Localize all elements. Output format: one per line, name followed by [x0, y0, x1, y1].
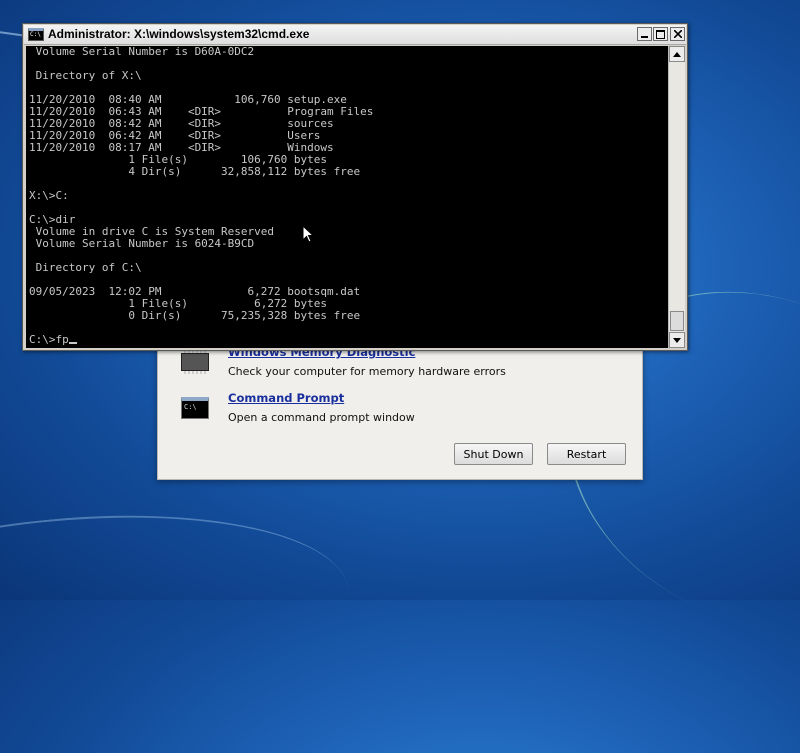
scroll-down-arrow-icon[interactable]: [669, 332, 685, 348]
scrollbar-thumb[interactable]: [670, 311, 684, 331]
close-button[interactable]: [670, 27, 685, 41]
memory-chip-icon: [180, 347, 210, 377]
restart-button[interactable]: Restart: [547, 443, 626, 465]
cmd-window[interactable]: C:\ Administrator: X:\windows\system32\c…: [22, 23, 688, 351]
memory-diagnostic-description: Check your computer for memory hardware …: [228, 365, 506, 378]
wallpaper-swirl: [0, 489, 359, 753]
console-output[interactable]: Volume Serial Number is D60A-0DC2 Direct…: [26, 46, 668, 348]
command-prompt-link[interactable]: Command Prompt: [228, 391, 344, 405]
recovery-item-memory-diagnostic: Windows Memory Diagnostic Check your com…: [180, 345, 620, 387]
mouse-pointer-icon: [302, 225, 314, 243]
vertical-scrollbar[interactable]: [668, 46, 685, 348]
close-icon: [673, 30, 682, 38]
cmd-titlebar[interactable]: C:\ Administrator: X:\windows\system32\c…: [24, 25, 686, 45]
minimize-button[interactable]: [637, 27, 652, 41]
window-title: Administrator: X:\windows\system32\cmd.e…: [48, 27, 310, 41]
command-prompt-icon: C:\: [180, 393, 210, 423]
cmd-app-icon[interactable]: C:\: [28, 28, 44, 41]
shut-down-button[interactable]: Shut Down: [454, 443, 533, 465]
text-cursor: [68, 342, 77, 344]
console-prompt[interactable]: C:\>fp: [29, 333, 69, 346]
recovery-item-command-prompt: C:\ Command Prompt Open a command prompt…: [180, 391, 620, 433]
maximize-button[interactable]: [653, 27, 668, 41]
command-prompt-description: Open a command prompt window: [228, 411, 415, 424]
scroll-up-arrow-icon[interactable]: [669, 46, 685, 62]
console-text: Volume Serial Number is D60A-0DC2 Direct…: [29, 46, 374, 346]
